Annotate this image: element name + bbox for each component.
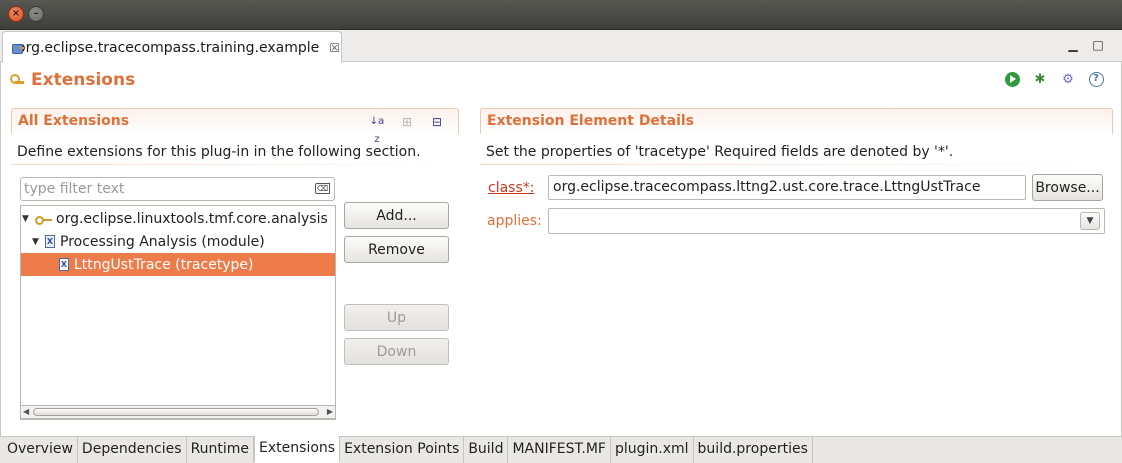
element-icon: X [45, 235, 55, 248]
element-details-description: Set the properties of 'tracetype' Requir… [486, 144, 954, 160]
expand-all-icon[interactable]: ⊞ [398, 113, 416, 131]
filter-box: ⌫ [20, 177, 335, 201]
editor-tab-row: org.eclipse.tracecompass.training.exampl… [0, 30, 1122, 63]
tab-close-icon[interactable]: ☒ [329, 41, 340, 55]
tree-item-label: org.eclipse.linuxtools.tmf.core.analysis [56, 210, 328, 227]
tab-build[interactable]: Build [464, 437, 509, 463]
add-button[interactable]: Add... [344, 202, 449, 229]
scrollbar-thumb[interactable] [33, 408, 319, 416]
class-field[interactable]: org.eclipse.tracecompass.lttng2.ust.core… [548, 175, 1026, 200]
clear-filter-icon[interactable]: ⌫ [315, 183, 330, 194]
tab-build-properties[interactable]: build.properties [694, 437, 813, 463]
all-extensions-toolbar: ↓a z ⊞ ⊟ [368, 113, 446, 145]
tree-item-module[interactable]: ▼ X Processing Analysis (module) [21, 230, 335, 253]
window-close-button[interactable]: × [8, 6, 24, 22]
tab-extension-points[interactable]: Extension Points [340, 437, 465, 463]
element-details-section: Extension Element Details Set the proper… [480, 108, 1113, 165]
editor-page-tabs: Overview Dependencies Runtime Extensions Ext… [0, 436, 1122, 463]
close-icon: × [11, 8, 21, 19]
up-button[interactable]: Up [344, 304, 449, 331]
scroll-right-icon[interactable]: ▶ [327, 406, 333, 418]
minimize-icon: – [33, 8, 39, 19]
editor-tab-label: org.eclipse.tracecompass.training.exampl… [17, 39, 320, 56]
plugin-settings-button[interactable]: ⚙ [1059, 70, 1077, 88]
debug-button[interactable]: ✱ [1031, 70, 1049, 88]
chevron-down-icon[interactable]: ▼ [1080, 212, 1100, 230]
element-details-title: Extension Element Details [487, 113, 694, 129]
extension-icon [35, 214, 53, 225]
tree-item-label: Processing Analysis (module) [60, 233, 265, 250]
plugin-settings-icon: ⚙ [1062, 71, 1074, 87]
tab-plugin-xml[interactable]: plugin.xml [611, 437, 694, 463]
expanded-arrow-icon[interactable]: ▼ [22, 214, 32, 224]
tree-item-label: LttngUstTrace (tracetype) [74, 256, 254, 273]
tree-horizontal-scrollbar[interactable]: ◀ ▶ [20, 405, 336, 419]
element-details-header: Extension Element Details [480, 108, 1113, 134]
page-title: Extensions [31, 70, 136, 90]
window-minimize-button[interactable]: – [28, 6, 44, 22]
tab-overview[interactable]: Overview [3, 437, 78, 463]
applies-combo[interactable]: ▼ [548, 208, 1105, 234]
tab-dependencies[interactable]: Dependencies [78, 437, 187, 463]
applies-label: applies: [487, 213, 542, 229]
all-extensions-description: Define extensions for this plug-in in th… [17, 144, 421, 160]
tree-item-analysis-extension[interactable]: ▼ org.eclipse.linuxtools.tmf.core.analys… [21, 207, 335, 230]
scroll-left-icon[interactable]: ◀ [23, 406, 29, 418]
tab-runtime[interactable]: Runtime [187, 437, 255, 463]
all-extensions-title: All Extensions [18, 113, 130, 129]
help-button[interactable]: ? [1087, 70, 1105, 88]
editor-tab[interactable]: org.eclipse.tracecompass.training.exampl… [2, 31, 342, 63]
collapse-all-icon[interactable]: ⊟ [428, 113, 446, 131]
all-extensions-section: All Extensions ↓a z ⊞ ⊟ Define extension… [11, 108, 459, 165]
maximize-editor-icon[interactable]: □ [1091, 38, 1105, 52]
all-extensions-header: All Extensions ↓a z ⊞ ⊟ [11, 108, 459, 145]
section-divider [480, 164, 1113, 165]
class-label-link[interactable]: class*: [488, 180, 534, 196]
expanded-arrow-icon[interactable]: ▼ [32, 237, 42, 247]
page-header: Extensions [9, 68, 135, 92]
run-icon [1004, 71, 1020, 87]
tree-item-tracetype[interactable]: X LttngUstTrace (tracetype) [21, 253, 335, 276]
extensions-icon [9, 72, 25, 88]
tab-manifest-mf[interactable]: MANIFEST.MF [508, 437, 611, 463]
down-button[interactable]: Down [344, 338, 449, 365]
filter-input[interactable] [24, 180, 309, 198]
element-icon: X [59, 258, 69, 271]
sort-icon[interactable]: ↓a z [368, 113, 386, 145]
minimize-editor-icon[interactable]: ▁ [1066, 38, 1080, 52]
browse-button[interactable]: Browse... [1032, 174, 1103, 201]
tab-extensions[interactable]: Extensions [254, 436, 341, 463]
extensions-tree[interactable]: ▼ org.eclipse.linuxtools.tmf.core.analys… [20, 205, 336, 420]
section-divider [11, 164, 459, 165]
window-titlebar: × – [0, 0, 1122, 30]
bug-icon: ✱ [1034, 71, 1046, 87]
remove-button[interactable]: Remove [344, 236, 449, 263]
help-icon: ? [1088, 71, 1104, 87]
page-toolbar: ✱ ⚙ ? [1003, 70, 1105, 88]
run-button[interactable] [1003, 70, 1021, 88]
